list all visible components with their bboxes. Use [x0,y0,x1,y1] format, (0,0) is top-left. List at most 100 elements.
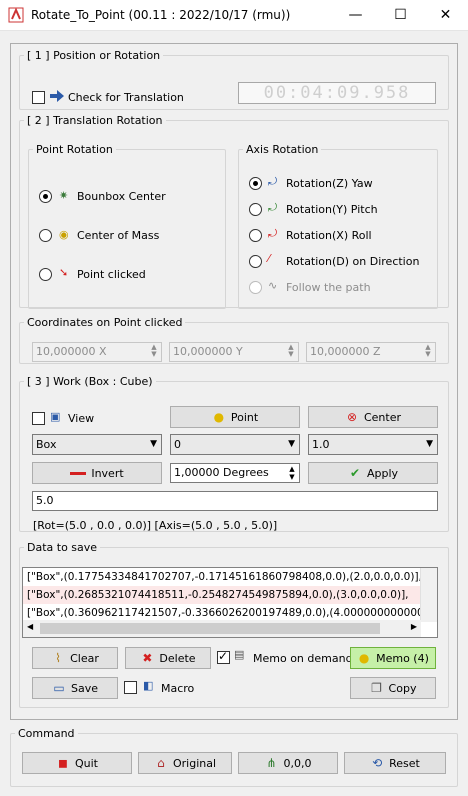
vertical-scrollbar[interactable] [420,568,437,622]
memo-on-demand-label: Memo on demand [253,652,353,665]
work-group: [ 3 ] Work (Box : Cube) ▣ View ● Point ⊗… [19,375,449,532]
apply-button[interactable]: ✔ Apply [308,462,438,484]
scroll-thumb[interactable] [40,623,380,634]
zero-button-label: 0,0,0 [283,756,312,770]
translation-arrow-icon [50,90,64,105]
copy-button[interactable]: ❐ Copy [350,677,436,699]
coord-x-value: 10,000000 X [36,345,107,358]
rotation-y-icon: ⤾ [268,201,278,214]
save-icon: ▭ [53,681,65,695]
data-to-save-legend: Data to save [27,541,98,554]
radio-rotation-y[interactable] [249,203,262,216]
coord-y-spinner[interactable]: ▲ ▼ [285,344,297,360]
coordinates-group: Coordinates on Point clicked 10,000000 X… [19,316,449,364]
value-input[interactable]: 5.0 [32,491,438,511]
lightbulb-icon: ● [358,651,370,665]
radio-center-of-mass[interactable] [39,229,52,242]
coord-y-input[interactable]: 10,000000 Y ▲ ▼ [169,342,299,362]
center-of-mass-icon: ◉ [59,228,69,241]
bounbox-icon: ✷ [59,189,69,202]
memo-button[interactable]: ● Memo (4) [350,647,436,669]
radio-rotation-z[interactable] [249,177,262,190]
timer-display: 00:04:09.958 [238,82,436,104]
delete-x-icon: ✖ [142,651,153,665]
list-item[interactable]: ["Box",(0.2685321074418511,-0.2548274549… [23,586,437,604]
translation-rotation-group: [ 2 ] Translation Rotation Point Rotatio… [19,114,449,309]
original-button-label: Original [172,756,217,770]
rotation-z-icon: ⤾ [268,175,278,188]
scroll-right-icon[interactable]: ▶ [411,622,417,631]
view-label: View [68,412,95,425]
pointer-icon: ➘ [59,266,69,279]
horizontal-scrollbar[interactable]: ◀ ▶ [23,620,421,637]
radio-follow-path[interactable] [249,281,262,294]
chevron-down-icon: ▼ [426,439,433,449]
coord-x-input[interactable]: 10,000000 X ▲ ▼ [32,342,162,362]
center-button-label: Center [363,410,402,424]
close-button[interactable]: ✕ [423,0,468,31]
home-icon: ⌂ [157,756,165,770]
bounbox-center-label: Bounbox Center [77,190,166,203]
macro-label: Macro [161,682,195,695]
value-input-text: 5.0 [36,494,54,507]
macro-checkbox[interactable] [124,681,137,694]
monitor-icon: ▣ [50,410,61,423]
app-icon [8,7,24,23]
path-icon: ∿ [268,279,278,292]
radio-bounbox-center[interactable] [39,190,52,203]
index-select[interactable]: 0 ▼ [170,434,300,455]
radio-rotation-direction[interactable] [249,255,262,268]
center-button[interactable]: ⊗ Center [308,406,438,428]
quit-icon: ◼ [58,756,68,770]
degrees-input[interactable]: 1,00000 Degrees ▲ ▼ [170,463,300,483]
memo-on-demand-checkbox[interactable] [217,649,230,664]
point-rotation-legend: Point Rotation [36,143,113,156]
quit-button[interactable]: ◼ Quit [22,752,132,774]
work-legend: [ 3 ] Work (Box : Cube) [27,375,153,388]
point-clicked-label: Point clicked [77,268,146,281]
chevron-down-icon: ▼ [150,439,157,449]
clear-button[interactable]: ⌇ Clear [32,647,118,669]
minimize-button[interactable]: — [333,0,378,31]
coord-z-input[interactable]: 10,000000 Z ▲ ▼ [306,342,436,362]
point-button-label: Point [230,410,259,424]
coord-z-value: 10,000000 Z [310,345,381,358]
degrees-spinner[interactable]: ▲ ▼ [286,465,298,481]
check-translation-checkbox[interactable] [32,91,45,104]
bulb-dot-icon: ● [213,410,225,424]
original-button[interactable]: ⌂ Original [138,752,232,774]
scale-select[interactable]: 1.0 ▼ [308,434,438,455]
delete-button[interactable]: ✖ Delete [125,647,211,669]
list-item[interactable]: ["Box",(0.17754334841702707,-0.171451618… [23,568,437,586]
memo-icon: ▤ [234,648,245,661]
data-list[interactable]: ["Box",(0.17754334841702707,-0.171451618… [22,567,438,638]
rotation-x-icon: ⤾ [268,227,278,240]
scroll-left-icon[interactable]: ◀ [27,622,33,631]
point-button[interactable]: ● Point [170,406,300,428]
coord-y-value: 10,000000 Y [173,345,243,358]
radio-point-clicked[interactable] [39,268,52,281]
radio-rotation-x[interactable] [249,229,262,242]
maximize-button[interactable]: ☐ [378,0,423,31]
command-legend: Command [18,727,75,740]
zero-button[interactable]: ⋔ 0,0,0 [238,752,338,774]
position-legend: [ 1 ] Position or Rotation [27,49,161,62]
view-checkbox[interactable] [32,412,45,425]
coordinates-icon: ⋔ [266,756,277,770]
object-select[interactable]: Box ▼ [32,434,162,455]
broom-icon: ⌇ [55,651,62,665]
coord-z-spinner[interactable]: ▲ ▼ [422,344,434,360]
save-button[interactable]: ▭ Save [32,677,118,699]
rotation-y-label: Rotation(Y) Pitch [286,203,378,216]
invert-button[interactable]: Invert [32,462,162,484]
checkmark-icon: ✔ [349,466,360,480]
rotation-x-label: Rotation(X) Roll [286,229,372,242]
work-status: [Rot=(5.0 , 0.0 , 0.0)] [Axis=(5.0 , 5.0… [33,519,278,532]
coord-x-spinner[interactable]: ▲ ▼ [148,344,160,360]
direction-icon: ⁄ [268,252,270,265]
rotation-z-label: Rotation(Z) Yaw [286,177,373,190]
reset-button[interactable]: ⟲ Reset [344,752,446,774]
follow-path-label: Follow the path [286,281,371,294]
chevron-down-icon: ▼ [288,439,295,449]
delete-button-label: Delete [159,651,196,665]
